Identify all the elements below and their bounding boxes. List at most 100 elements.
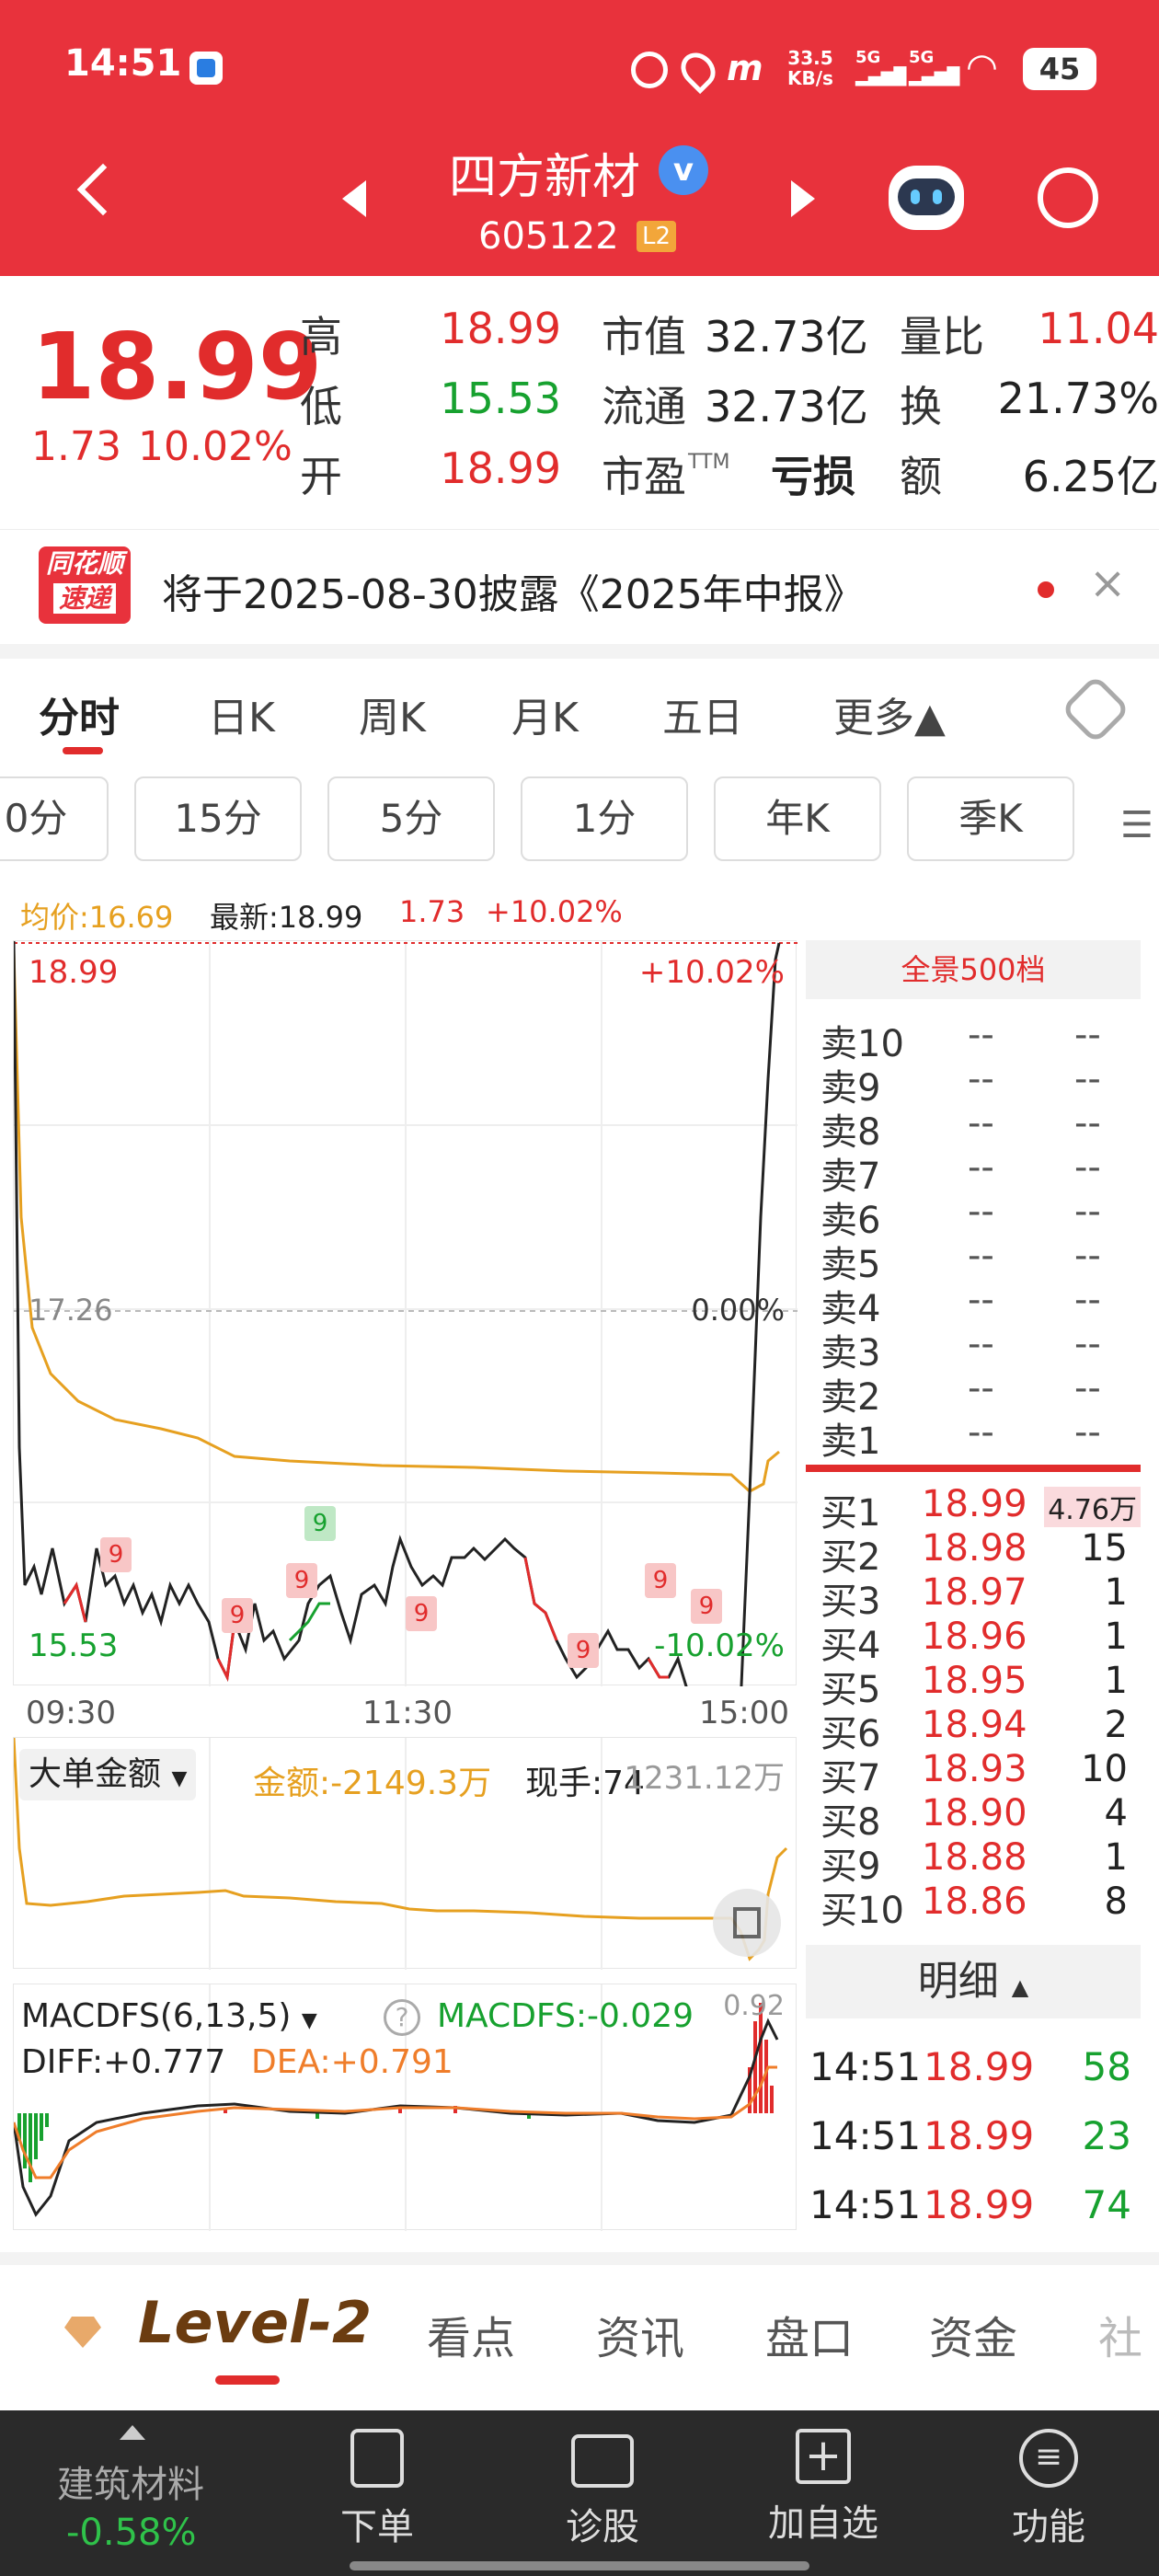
trade-time: 14:51 xyxy=(809,2044,922,2089)
tab-intraday[interactable]: 分时 xyxy=(39,684,120,743)
avg-price-line xyxy=(14,949,780,1493)
chart-marker[interactable]: 9 xyxy=(568,1633,599,1668)
diagnose-icon xyxy=(571,2434,634,2488)
tab-community[interactable]: 社 xyxy=(1098,2302,1142,2366)
notice-text: 将于2025-08-30披露《2025年中报》 xyxy=(162,571,865,618)
bid-price: 18.96 xyxy=(922,1616,1027,1658)
bid-label: 买10 xyxy=(820,1890,904,1932)
sector-expand-icon[interactable] xyxy=(120,2425,145,2440)
chart-marker[interactable]: 9 xyxy=(406,1596,437,1631)
bid-volume: 2 xyxy=(1104,1704,1128,1746)
level-badge: L2 xyxy=(637,221,677,252)
period-button-1[interactable]: 1分 xyxy=(521,776,688,861)
menu-icon: ≡ xyxy=(1019,2429,1078,2488)
back-icon[interactable] xyxy=(76,163,130,216)
macdfs-value: MACDFS:-0.029 xyxy=(437,1997,694,2035)
stock-name: 四方新材 xyxy=(449,150,641,205)
tab-handicap[interactable]: 盘口 xyxy=(765,2302,854,2366)
tab-highlights[interactable]: 看点 xyxy=(427,2302,515,2366)
tab-level2[interactable]: Level-2 xyxy=(138,2289,372,2356)
app-signal-icon: m xyxy=(727,48,763,88)
x-tick-0930: 09:30 xyxy=(26,1695,116,1731)
ask-price: -- xyxy=(968,1146,994,1189)
ask-volume: -- xyxy=(1074,1235,1101,1277)
notification-icon xyxy=(189,52,223,85)
chart-bottom-right-pct: -10.02% xyxy=(654,1627,785,1664)
period-button-5[interactable]: 5分 xyxy=(327,776,495,861)
next-stock-icon[interactable] xyxy=(791,180,815,217)
period-button-0[interactable]: 0分 xyxy=(0,776,109,861)
robot-assistant-icon[interactable] xyxy=(889,166,964,230)
ask-volume: -- xyxy=(1074,1014,1101,1056)
price-change: 1.73 xyxy=(31,423,121,470)
tab-monthly-k[interactable]: 月K xyxy=(511,684,579,743)
x-tick-1130: 11:30 xyxy=(362,1695,453,1731)
section-gap xyxy=(0,644,1159,659)
bid-price: 18.98 xyxy=(922,1527,1027,1570)
ask-price: -- xyxy=(968,1058,994,1100)
capital-flow-chart[interactable]: 大单金额 ▼ 金额:-2149.3万 现手:74 1231.12万 xyxy=(13,1737,797,1970)
ask-price: -- xyxy=(968,1367,994,1409)
search-icon[interactable] xyxy=(1038,167,1098,228)
turnover-label: 换 xyxy=(900,382,942,431)
bid-price: 18.97 xyxy=(922,1571,1027,1614)
period-menu-icon[interactable]: ☰ xyxy=(1120,804,1153,846)
macd-selector[interactable]: MACDFS(6,13,5) ▼ xyxy=(21,1997,317,2035)
orderbook-title[interactable]: 全景500档 xyxy=(806,940,1141,999)
tab-active-indicator xyxy=(63,747,103,754)
bid-volume: 10 xyxy=(1081,1748,1128,1790)
net2-label: 5G xyxy=(909,48,935,67)
chart-bottom-left-price: 15.53 xyxy=(29,1627,119,1664)
notice-close-icon[interactable]: × xyxy=(1089,558,1126,609)
net1-label: 5G xyxy=(855,48,881,67)
nav-order[interactable]: 下单 xyxy=(322,2429,432,2550)
tab-daily-k[interactable]: 日K xyxy=(208,684,275,743)
nav-function[interactable]: ≡ 功能 xyxy=(993,2429,1104,2550)
chart-marker[interactable]: 9 xyxy=(100,1537,132,1572)
add-icon: + xyxy=(796,2429,851,2484)
macd-right-value: 0.92 xyxy=(723,1990,785,2022)
sector-name[interactable]: 建筑材料 xyxy=(57,2455,204,2508)
period-button-15[interactable]: 15分 xyxy=(134,776,302,861)
settings-hexagon-icon[interactable] xyxy=(1060,673,1131,745)
detail-title: 明细 xyxy=(917,1958,999,2005)
period-button-season[interactable]: 季K xyxy=(907,776,1074,861)
bottom-tabs: Level-2 看点 资讯 盘口 资金 社 xyxy=(0,2252,1159,2385)
tab-funds[interactable]: 资金 xyxy=(929,2302,1017,2366)
info-change: 1.73 xyxy=(399,894,465,929)
tab-weekly-k[interactable]: 周K xyxy=(359,684,426,743)
pe-value: 亏损 xyxy=(771,452,855,501)
tab-more[interactable]: 更多▲ xyxy=(833,684,946,743)
tab-five-day[interactable]: 五日 xyxy=(662,684,743,743)
bid-volume: 1 xyxy=(1104,1616,1128,1658)
macd-selector-label: MACDFS(6,13,5) xyxy=(21,1997,292,2035)
stock-code: 605122 xyxy=(478,215,619,258)
info-bar: 均价:16.69 最新:18.99 1.73 +10.02% xyxy=(0,883,800,938)
nav-diagnose[interactable]: 诊股 xyxy=(543,2429,662,2550)
flow-selector[interactable]: 大单金额 ▼ xyxy=(19,1749,197,1800)
macd-help-icon[interactable]: ? xyxy=(384,1999,420,2036)
high-label: 高 xyxy=(300,312,342,362)
notice-banner[interactable]: 同花顺 速递 将于2025-08-30披露《2025年中报》 × xyxy=(0,529,1159,644)
low-value: 15.53 xyxy=(440,374,561,423)
ask-price: -- xyxy=(968,1014,994,1056)
signal-5g-icon-2: 5G ▂▄▆█ xyxy=(909,48,960,86)
chart-marker[interactable]: 9 xyxy=(691,1589,722,1624)
amount-value: 6.25亿 xyxy=(1022,452,1159,501)
chart-marker[interactable]: 9 xyxy=(304,1506,336,1541)
detail-header[interactable]: 明细 ▲ xyxy=(806,1945,1141,2018)
macd-chart[interactable]: MACDFS(6,13,5) ▼ ? MACDFS:-0.029 0.92 DI… xyxy=(13,1984,797,2231)
intraday-chart[interactable]: 18.99 +10.02% 17.26 0.00% 15.53 -10.02% … xyxy=(13,940,798,1686)
period-button-year[interactable]: 年K xyxy=(714,776,881,861)
chart-marker[interactable]: 9 xyxy=(222,1598,253,1633)
trade-price: 18.99 xyxy=(924,2044,1035,2089)
chart-marker[interactable]: 9 xyxy=(286,1563,317,1598)
nav-add-watchlist[interactable]: + 加自选 xyxy=(754,2429,892,2547)
prev-stock-icon[interactable] xyxy=(342,180,366,217)
bid-volume: 8 xyxy=(1104,1880,1128,1923)
bottom-navigation: 建筑材料 -0.58% 下单 诊股 + 加自选 ≡ 功能 xyxy=(0,2410,1159,2576)
info-change-pct: +10.02% xyxy=(486,894,623,929)
fullscreen-icon[interactable] xyxy=(713,1889,781,1957)
chart-marker[interactable]: 9 xyxy=(645,1563,676,1598)
tab-news[interactable]: 资讯 xyxy=(596,2302,684,2366)
